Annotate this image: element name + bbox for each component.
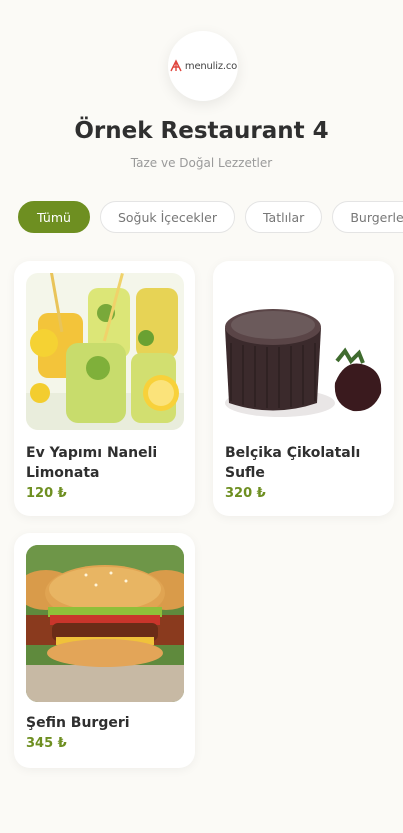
product-name: Şefin Burgeri — [26, 715, 130, 731]
product-card-souffle[interactable]: Belçika Çikolatalı Sufle 320 ₺ — [213, 261, 394, 516]
product-name: Belçika Çikolatalı Sufle — [225, 445, 361, 481]
restaurant-tagline: Taze ve Doğal Lezzetler — [130, 156, 273, 170]
menuliz-logo-icon — [170, 59, 182, 72]
product-card-burger[interactable]: Şefin Burgeri 345 ₺ — [14, 533, 195, 768]
product-card-lemonade[interactable]: Ev Yapımı Naneli Limonata 120 ₺ — [14, 261, 195, 516]
restaurant-logo: menuliz.co — [168, 31, 238, 101]
tab-burgers[interactable]: Burgerler — [332, 201, 403, 233]
tab-all[interactable]: Tümü — [18, 201, 90, 233]
product-price: 320 ₺ — [225, 486, 266, 501]
restaurant-name: Örnek Restaurant 4 — [74, 118, 329, 144]
category-tabs: Tümü Soğuk İçecekler Tatlılar Burgerler — [18, 201, 403, 233]
logo-text: menuliz.co — [184, 60, 238, 72]
product-image-burger — [26, 545, 184, 702]
tab-cold-drinks[interactable]: Soğuk İçecekler — [99, 201, 235, 233]
product-name: Ev Yapımı Naneli Limonata — [26, 445, 158, 481]
product-price: 345 ₺ — [26, 736, 67, 751]
product-price: 120 ₺ — [26, 486, 67, 501]
product-image-souffle — [225, 273, 383, 430]
tab-desserts[interactable]: Tatlılar — [244, 201, 323, 233]
product-image-lemonade — [26, 273, 184, 430]
